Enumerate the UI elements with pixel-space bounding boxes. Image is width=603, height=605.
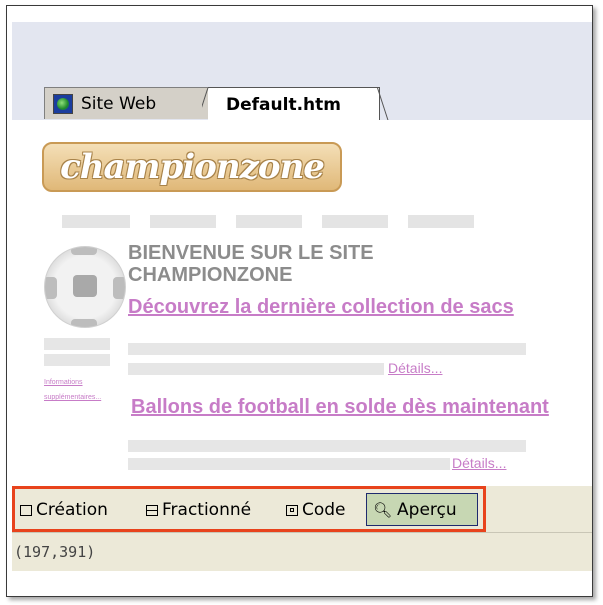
- document-tab-bar: Site Web Default.htm: [12, 84, 592, 121]
- tab-left-edge: [202, 88, 216, 122]
- promo-footballs-link[interactable]: Ballons de football en solde dès mainten…: [131, 396, 549, 419]
- globe-icon: [53, 93, 73, 114]
- tab-default-htm[interactable]: Default.htm: [208, 87, 380, 121]
- view-switcher-bar: Création Fractionné Code 🔍︎ Aperçu: [12, 486, 592, 532]
- text-placeholder-3: [128, 440, 526, 452]
- promo-bags-link[interactable]: Découvrez la dernière collection de sacs: [128, 296, 514, 319]
- welcome-line-2: CHAMPIONZONE: [128, 264, 293, 286]
- soccer-ball-image: [44, 246, 126, 328]
- sidebar-info-link-1[interactable]: Informations: [44, 379, 83, 386]
- promo-footballs-details-link[interactable]: Détails...: [452, 455, 506, 471]
- logo-text: championzone: [60, 147, 325, 187]
- text-placeholder-2: [128, 363, 384, 375]
- sidebar-placeholder-2: [44, 354, 110, 366]
- cursor-coordinates: (197,391): [14, 543, 96, 561]
- tab-right-edge: [377, 88, 389, 122]
- nav-placeholder-1[interactable]: [62, 215, 130, 228]
- status-bar: (197,391): [12, 532, 592, 571]
- sidebar-info-link-2[interactable]: supplémentaires...: [44, 394, 101, 401]
- tab-default-htm-label: Default.htm: [226, 94, 341, 115]
- nav-placeholder-2[interactable]: [150, 215, 216, 228]
- welcome-line-1: BIENVENUE SUR LE SITE: [128, 242, 374, 264]
- championzone-logo[interactable]: championzone: [42, 142, 342, 192]
- nav-placeholder-4[interactable]: [322, 215, 388, 228]
- welcome-heading: BIENVENUE SUR LE SITE CHAMPIONZONE: [128, 242, 374, 286]
- promo-bags-details-link[interactable]: Détails...: [388, 360, 442, 376]
- tab-site-web-label: Site Web: [81, 93, 157, 114]
- nav-placeholder-3[interactable]: [236, 215, 302, 228]
- toolbar-area: [12, 22, 592, 84]
- text-placeholder-4: [128, 458, 450, 470]
- nav-placeholder-5[interactable]: [408, 215, 474, 228]
- tab-site-web[interactable]: Site Web: [44, 87, 212, 119]
- sidebar-placeholder-1: [44, 338, 110, 350]
- preview-pane: championzone BIENVENUE SUR LE SITE CHAMP…: [12, 120, 592, 487]
- view-buttons-highlight-box: [12, 486, 486, 532]
- text-placeholder-1: [128, 343, 526, 355]
